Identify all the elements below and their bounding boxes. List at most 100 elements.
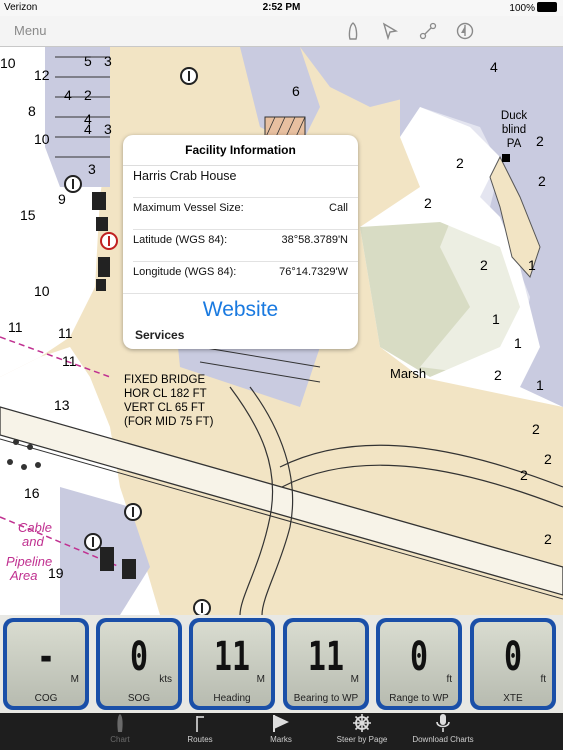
depth-sounding: 11 <box>8 319 23 335</box>
depth-sounding: 2 <box>480 257 488 273</box>
tab-label: Chart <box>110 735 130 744</box>
depth-sounding: 6 <box>292 83 300 99</box>
gauge-unit: kts <box>159 674 172 685</box>
marina-marker[interactable] <box>193 599 211 615</box>
bridge-line-4: (FOR MID 75 FT) <box>124 416 214 428</box>
depth-sounding: 16 <box>24 485 40 501</box>
cable-area-label: Cable and Pipeline Area <box>6 520 52 583</box>
max-vessel-row: Maximum Vessel Size: Call <box>133 202 348 214</box>
gauge-value: 0 <box>409 634 429 680</box>
gauge-value: 0 <box>503 634 523 680</box>
tab-download-charts[interactable]: Download Charts <box>398 713 488 750</box>
gauge-cog[interactable]: - M COG <box>3 618 89 710</box>
max-vessel-label: Maximum Vessel Size: <box>133 202 244 214</box>
depth-sounding: 11 <box>58 325 73 341</box>
depth-sounding: 2 <box>456 155 464 171</box>
bridge-line-1: FIXED BRIDGE <box>124 374 206 386</box>
pointer-icon[interactable] <box>380 22 400 41</box>
depth-sounding: 1 <box>528 257 536 273</box>
gauge-xte[interactable]: 0 ft XTE <box>470 618 556 710</box>
duck-blind-label: Duck blind PA <box>500 110 528 150</box>
marina-marker[interactable] <box>64 175 82 193</box>
gauge-range-to-wp[interactable]: 0 ft Range to WP <box>376 618 462 710</box>
marina-marker[interactable] <box>180 67 198 85</box>
depth-sounding: 4 <box>84 121 92 137</box>
marina-marker[interactable] <box>84 533 102 551</box>
nautical-chart-map[interactable]: 10 5 3 12 4 2 4 4 3 8 10 3 9 15 10 11 11 11 13 16 19 6 4 2 2 2 2 2 1… <box>0 47 563 615</box>
latitude-value: 38°58.3789'N <box>281 234 348 246</box>
depth-sounding: 2 <box>532 421 540 437</box>
cable-line-2: and <box>22 534 44 549</box>
depth-sounding: 4 <box>490 59 498 75</box>
selected-marina-marker[interactable] <box>100 232 118 250</box>
gauge-label: XTE <box>503 693 523 704</box>
cable-line-3: Pipeline <box>6 554 53 569</box>
depth-sounding: 2 <box>544 451 552 467</box>
depth-sounding: 2 <box>544 531 552 547</box>
gauge-value: 11 <box>307 634 345 680</box>
person-icon <box>75 713 165 735</box>
gauge-unit: M <box>350 674 359 685</box>
gauge-unit: M <box>256 674 265 685</box>
gauge-unit: ft <box>446 674 452 685</box>
tab-label: Steer by Page <box>336 735 388 744</box>
depth-sounding: 3 <box>104 121 112 137</box>
tab-label: Download Charts <box>412 735 474 744</box>
depth-sounding: 12 <box>34 67 50 83</box>
tab-chart[interactable]: Chart <box>75 713 165 750</box>
tab-label: Marks <box>270 735 292 744</box>
depth-sounding: 1 <box>492 311 500 327</box>
instrument-panel: - M COG 0 kts SOG 11 M Heading 11 M Bearing to W… <box>0 615 563 713</box>
depth-sounding: 2 <box>536 133 544 149</box>
menu-button[interactable]: Menu <box>14 23 47 38</box>
route-tool-icon[interactable] <box>418 22 438 40</box>
depth-sounding: 3 <box>104 53 112 69</box>
bridge-line-3: VERT CL 65 FT <box>124 402 205 414</box>
battery-percent: 100% <box>509 3 535 14</box>
bridge-label: FIXED BRIDGE HOR CL 182 FT VERT CL 65 FT… <box>124 373 213 429</box>
boat-icon[interactable] <box>343 22 363 40</box>
marina-layer-icon[interactable] <box>455 22 475 40</box>
depth-sounding: 2 <box>494 367 502 383</box>
gauge-sog[interactable]: 0 kts SOG <box>96 618 182 710</box>
longitude-row: Longitude (WGS 84): 76°14.7329'W <box>133 266 348 278</box>
flag-icon <box>155 713 245 735</box>
gauge-label: Bearing to WP <box>293 693 359 704</box>
cable-line-4: Area <box>10 568 38 583</box>
depth-sounding: 8 <box>28 103 36 119</box>
cable-line-1: Cable <box>18 520 52 535</box>
divider <box>133 197 358 198</box>
gauge-value: 11 <box>213 634 251 680</box>
marsh-label: Marsh <box>390 366 427 381</box>
gauge-unit: M <box>70 674 79 685</box>
depth-sounding: 10 <box>34 131 50 147</box>
depth-sounding: 2 <box>424 195 432 211</box>
latitude-label: Latitude (WGS 84): <box>133 234 228 246</box>
tab-marks[interactable]: Marks <box>236 713 326 750</box>
marina-marker[interactable] <box>124 503 142 521</box>
gauge-heading[interactable]: 11 M Heading <box>189 618 275 710</box>
facility-name: Harris Crab House <box>133 169 237 183</box>
website-link[interactable]: Website <box>123 298 358 322</box>
depth-sounding: 1 <box>536 377 544 393</box>
helm-icon <box>317 713 407 735</box>
gauge-bearing-to-wp[interactable]: 11 M Bearing to WP <box>283 618 369 710</box>
depth-sounding: 2 <box>520 467 528 483</box>
gauge-unit: ft <box>540 674 546 685</box>
depth-sounding: 2 <box>84 87 92 103</box>
latitude-row: Latitude (WGS 84): 38°58.3789'N <box>133 234 348 246</box>
bridge-line-2: HOR CL 182 FT <box>124 388 207 400</box>
depth-sounding: 15 <box>20 207 36 223</box>
depth-sounding: 4 <box>64 87 72 103</box>
tab-steer-by-page[interactable]: Steer by Page <box>317 713 407 750</box>
longitude-value: 76°14.7329'W <box>279 266 348 278</box>
depth-sounding: 5 <box>84 53 92 69</box>
depth-sounding: 13 <box>54 397 70 413</box>
depth-sounding: 10 <box>34 283 50 299</box>
facility-info-popup: Facility Information Harris Crab House M… <box>123 135 358 349</box>
depth-sounding: 9 <box>58 191 66 207</box>
gauge-value: - <box>36 634 56 680</box>
tab-routes[interactable]: Routes <box>155 713 245 750</box>
depth-sounding: 1 <box>514 335 522 351</box>
tab-bar: Chart Routes Marks Steer by Page Downloa… <box>0 713 563 750</box>
